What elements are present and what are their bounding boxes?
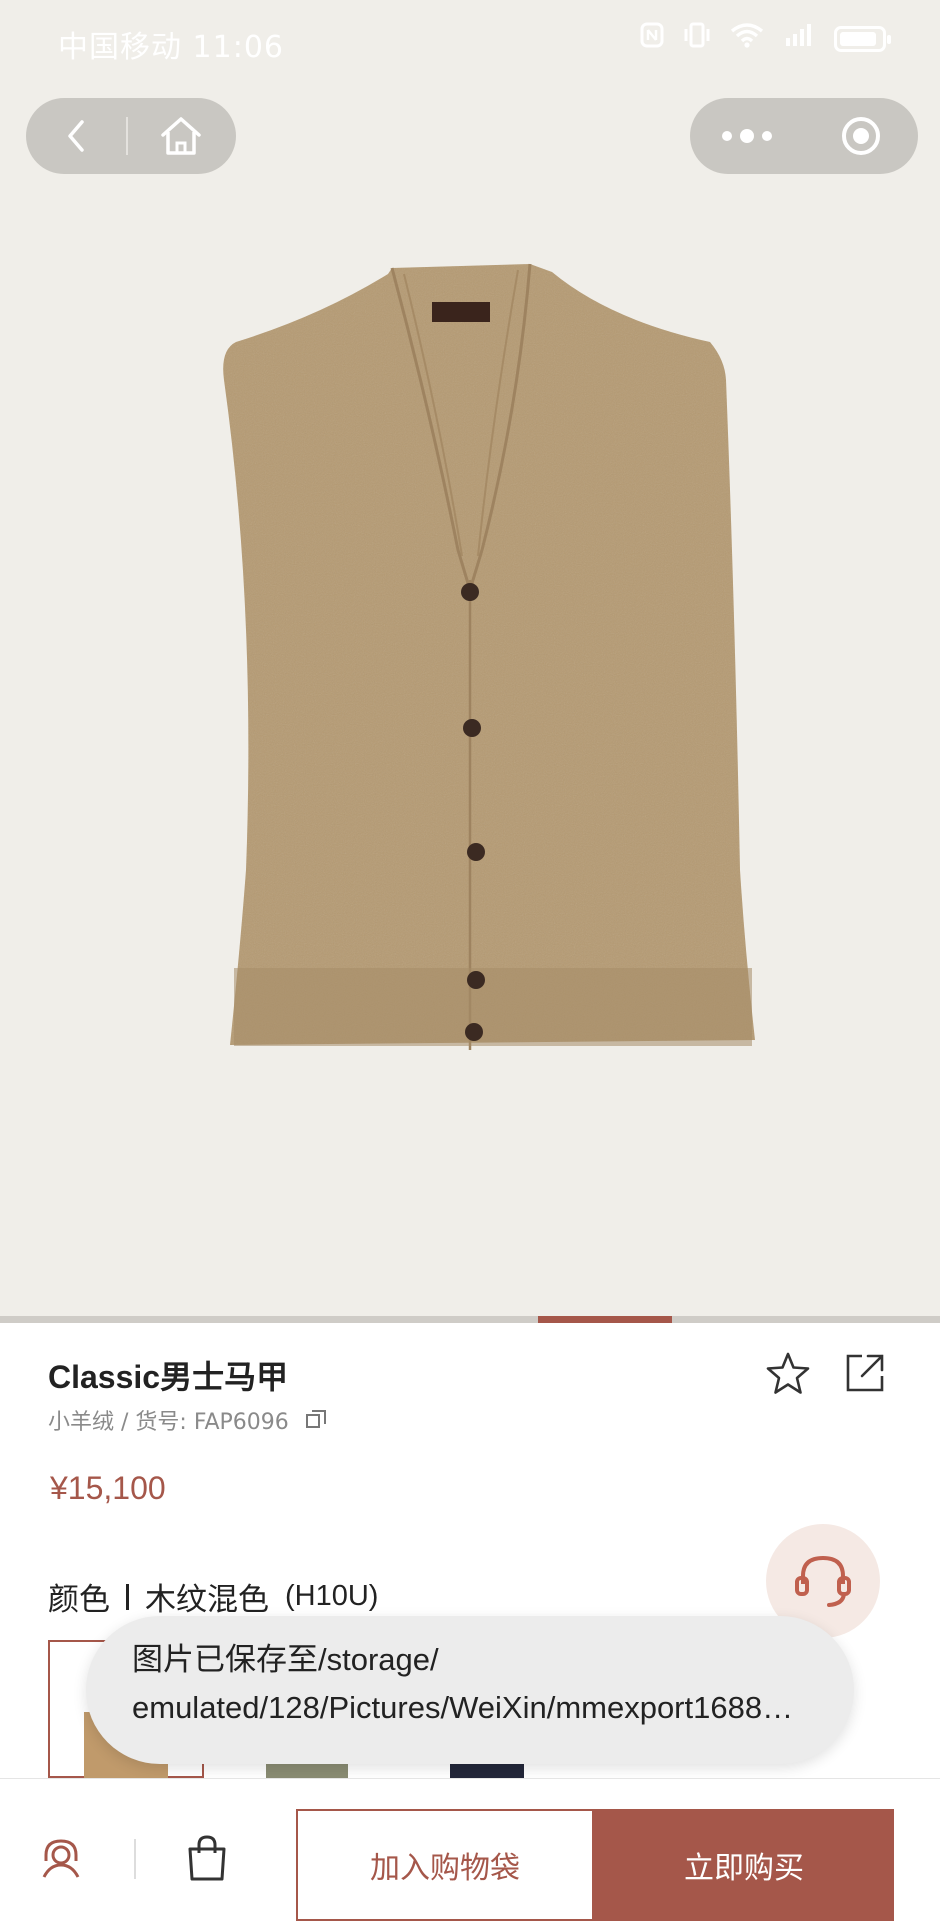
toast-line-2: emulated/128/Pictures/WeiXin/mmexport168… [132,1690,808,1725]
star-icon[interactable] [764,1350,812,1398]
product-image-area[interactable]: 中国移动 11:06 [0,0,940,1316]
product-meta: 小羊绒 / 货号: FAP6096 [48,1404,327,1436]
home-icon [161,117,201,155]
product-title: Classic男士马甲 [48,1359,289,1395]
close-mini-program-icon [842,117,880,155]
product-price: ¥15,100 [50,1470,166,1506]
nav-capsule [26,98,236,174]
back-button[interactable] [26,98,126,174]
color-name: 木纹混色 [145,1582,269,1618]
more-icon-dot [740,129,754,143]
home-button[interactable] [128,98,234,174]
nfc-icon [640,22,664,55]
color-code: (H10U) [285,1580,379,1612]
carousel-indicator [0,1316,940,1323]
more-icon-dot [762,131,772,141]
bottom-action-bar: 加入购物袋 立即购买 [0,1778,940,1921]
status-icons [640,22,891,55]
color-label: 颜色 [48,1582,110,1618]
carrier-time: 中国移动 11:06 [58,30,284,65]
close-mini-program-button[interactable] [804,98,918,174]
bag-icon[interactable] [184,1833,230,1883]
material-label: 小羊绒 / 货号: [48,1410,187,1435]
customer-service-icon[interactable] [36,1833,86,1883]
toast-line-1: 图片已保存至/storage/ [132,1642,439,1677]
vibrate-icon [682,22,712,55]
color-selection-label: 颜色 木纹混色 (H10U) [48,1574,378,1619]
status-bar: 中国移动 11:06 [0,0,940,80]
wifi-icon [730,22,764,55]
signal-5g-icon [782,22,816,55]
carousel-indicator-active [538,1316,672,1323]
mini-program-capsule [690,98,918,174]
copy-icon[interactable] [305,1409,327,1431]
product-image-vest [223,263,755,1050]
back-icon [68,120,84,152]
buy-now-button[interactable]: 立即购买 [594,1809,894,1921]
more-button[interactable] [690,98,804,174]
sku-value: FAP6096 [193,1410,289,1435]
battery-icon [834,25,891,52]
divider [134,1839,136,1879]
save-toast: 图片已保存至/storage/ emulated/128/Pictures/We… [86,1616,854,1764]
add-to-bag-button[interactable]: 加入购物袋 [296,1809,594,1921]
share-icon[interactable] [842,1350,888,1396]
divider [126,1583,129,1610]
customer-service-icon [795,1555,851,1607]
more-icon [722,131,732,141]
